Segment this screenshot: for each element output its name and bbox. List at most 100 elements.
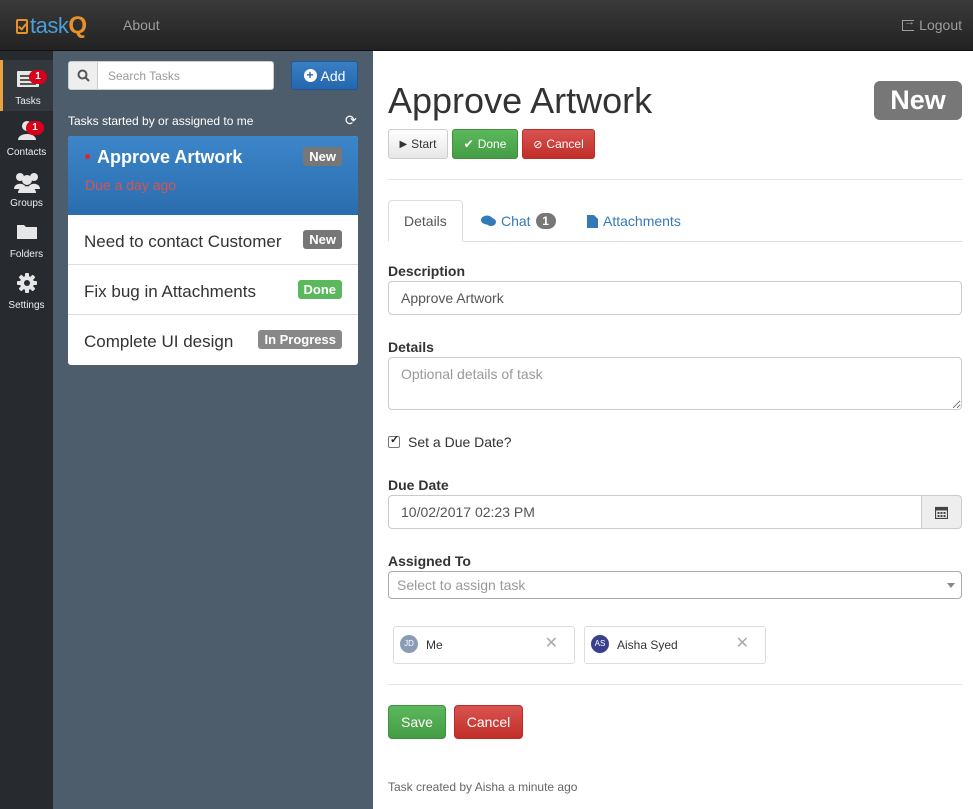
rail-label-groups: Groups — [10, 198, 43, 209]
assignee-card: AS Aisha Syed ✕ — [584, 626, 766, 664]
task-status-label: New — [303, 230, 342, 249]
check-icon: ✔ — [463, 137, 474, 151]
brand-text: task — [30, 13, 69, 38]
clipboard-check-icon — [16, 18, 28, 34]
icon-rail: 1 Tasks 1 Contacts Groups Folders Settin… — [0, 51, 53, 809]
rail-item-folders[interactable]: Folders — [0, 213, 53, 264]
contacts-badge: 1 — [26, 121, 44, 135]
brand-logo[interactable]: task Q — [16, 12, 88, 39]
add-label: Add — [320, 67, 346, 84]
task-status-label: New — [303, 147, 342, 166]
due-date-checkbox-label: Set a Due Date? — [408, 434, 512, 450]
logout-label: Logout — [919, 17, 962, 33]
start-button[interactable]: ▶ Start — [388, 129, 448, 159]
task-list-item[interactable]: Need to contact Customer New — [68, 215, 358, 265]
close-icon[interactable]: ✕ — [736, 633, 749, 653]
due-date-checkbox[interactable] — [388, 433, 400, 448]
chat-icon — [481, 215, 496, 226]
close-icon[interactable]: ✕ — [545, 633, 558, 653]
add-task-button[interactable]: + Add — [291, 61, 358, 90]
save-button[interactable]: Save — [388, 705, 446, 739]
task-created-note: Task created by Aisha a minute ago — [388, 780, 578, 794]
gear-icon — [16, 273, 37, 293]
task-list-item[interactable]: Approve Artwork New Due a day ago — [68, 136, 358, 215]
nav-about-link[interactable]: About — [123, 17, 160, 33]
task-status-label: In Progress — [258, 330, 342, 349]
task-list-panel: + Add Tasks started by or assigned to me… — [53, 51, 373, 809]
plus-circle-icon: + — [303, 69, 317, 82]
task-list-item[interactable]: Complete UI design In Progress — [68, 315, 358, 365]
task-list-caption: Tasks started by or assigned to me — [68, 114, 254, 128]
task-list-item[interactable]: Fix bug in Attachments Done — [68, 265, 358, 315]
tab-details[interactable]: Details — [388, 200, 463, 242]
top-navbar: taskQ About Logout — [0, 0, 973, 51]
search-icon — [77, 69, 90, 82]
description-input[interactable] — [388, 281, 962, 315]
tab-attachments-label: Attachments — [603, 213, 681, 229]
chat-count-badge: 1 — [535, 213, 556, 229]
divider — [388, 179, 962, 180]
group-icon — [13, 173, 40, 193]
task-status-label: Done — [297, 280, 342, 299]
ban-icon: ⊘ — [533, 138, 543, 151]
rail-item-contacts[interactable]: 1 Contacts — [0, 111, 53, 162]
assign-select-placeholder: Select to assign task — [397, 577, 526, 593]
task-title: Fix bug in Attachments — [84, 282, 256, 301]
logout-link[interactable]: Logout — [902, 16, 962, 33]
assigned-to-label: Assigned To — [388, 553, 471, 569]
done-button[interactable]: ✔ Done — [452, 129, 518, 159]
search-button[interactable] — [68, 61, 98, 90]
assignee-name: Aisha Syed — [617, 638, 678, 652]
detail-tabs: Details Chat 1 Attachments — [388, 200, 962, 242]
tab-chat[interactable]: Chat 1 — [466, 200, 571, 242]
divider — [388, 684, 962, 685]
assignee-card: JD Me ✕ — [393, 626, 575, 664]
tab-chat-label: Chat — [501, 213, 531, 229]
calendar-icon — [935, 506, 948, 519]
details-label: Details — [388, 339, 434, 355]
task-due-text: Due a day ago — [85, 177, 177, 193]
tab-details-label: Details — [404, 213, 447, 229]
tasks-badge: 1 — [29, 70, 47, 84]
cancel-task-button[interactable]: ⊘ Cancel — [522, 129, 595, 159]
logout-icon — [902, 16, 915, 31]
details-textarea[interactable] — [388, 357, 962, 410]
description-label: Description — [388, 263, 466, 279]
cancel-label: Cancel — [546, 137, 584, 151]
calendar-button[interactable] — [922, 495, 962, 529]
task-title: Need to contact Customer — [84, 232, 282, 251]
chevron-down-icon — [947, 583, 955, 588]
play-icon: ▶ — [399, 138, 408, 150]
start-label: Start — [411, 137, 437, 151]
due-date-input[interactable]: 10/02/2017 02:23 PM — [388, 495, 922, 529]
avatar: JD — [400, 635, 418, 653]
brand-q: Q — [68, 12, 88, 39]
folder-icon — [16, 225, 37, 239]
assign-select[interactable]: Select to assign task — [388, 571, 962, 599]
due-date-label: Due Date — [388, 477, 449, 493]
done-label: Done — [477, 137, 507, 151]
page-title: Approve Artwork — [388, 80, 653, 121]
task-title: Complete UI design — [84, 332, 234, 351]
rail-label-folders: Folders — [9, 249, 44, 260]
refresh-icon[interactable]: ⟳ — [345, 112, 357, 129]
assignee-name: Me — [426, 638, 443, 652]
task-title: Approve Artwork — [97, 147, 243, 167]
search-input[interactable] — [98, 61, 274, 90]
rail-item-groups[interactable]: Groups — [0, 162, 53, 213]
search-group — [68, 61, 274, 90]
task-detail: Approve Artwork New ▶ Start ✔ Done ⊘ Can… — [373, 51, 973, 809]
file-icon — [587, 214, 598, 228]
rail-item-tasks[interactable]: 1 Tasks — [0, 60, 53, 111]
rail-label-settings: Settings — [8, 300, 45, 311]
tab-attachments[interactable]: Attachments — [572, 200, 696, 242]
status-badge: New — [874, 81, 962, 120]
rail-label-contacts: Contacts — [6, 147, 47, 158]
rail-item-settings[interactable]: Settings — [0, 264, 53, 315]
due-date-toggle[interactable]: Set a Due Date? — [388, 433, 512, 450]
task-list: Approve Artwork New Due a day ago Need t… — [68, 136, 358, 365]
due-date-group: 10/02/2017 02:23 PM — [388, 495, 962, 529]
rail-label-tasks: Tasks — [15, 96, 41, 107]
cancel-button[interactable]: Cancel — [454, 705, 523, 739]
unread-dot-icon — [85, 154, 90, 159]
